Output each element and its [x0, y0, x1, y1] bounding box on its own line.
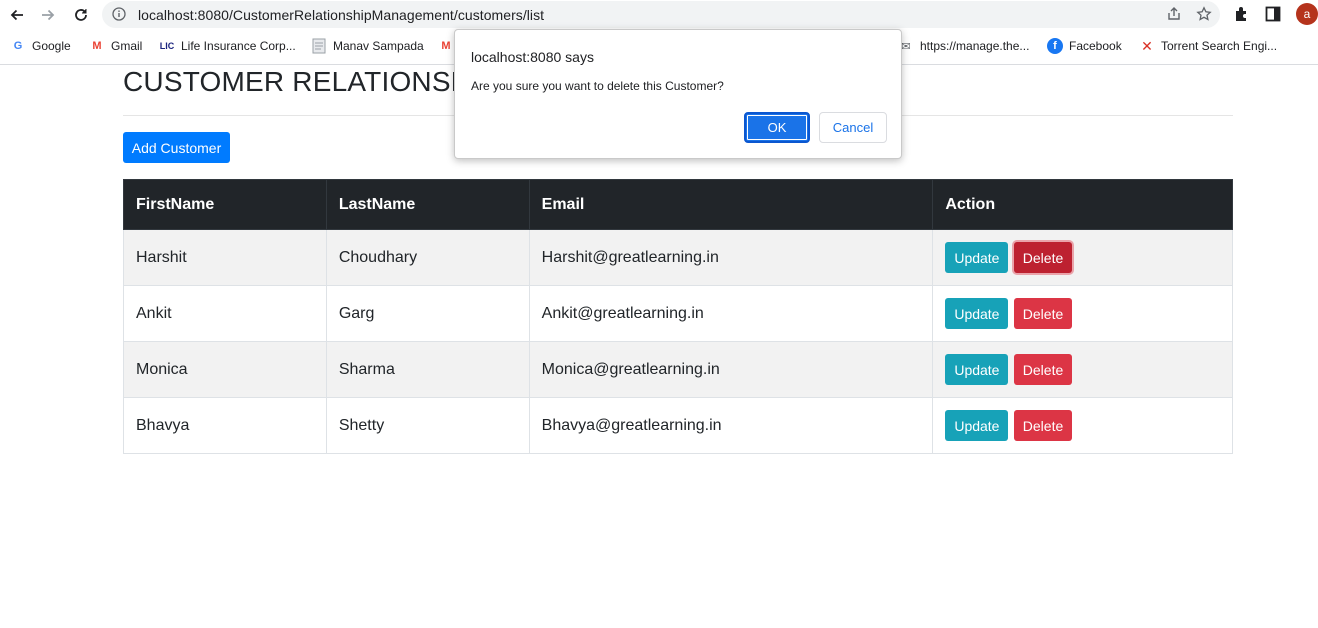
add-customer-button[interactable]: Add Customer	[123, 132, 230, 163]
bookmark-label: Torrent Search Engi...	[1161, 39, 1278, 53]
forward-icon[interactable]	[37, 4, 59, 26]
table-header-row: FirstName LastName Email Action	[123, 179, 1233, 230]
profile-avatar[interactable]: a	[1296, 3, 1318, 25]
cancel-button[interactable]: Cancel	[819, 112, 887, 143]
delete-button[interactable]: Delete	[1013, 242, 1072, 273]
dialog-message: Are you sure you want to delete this Cus…	[471, 79, 724, 93]
update-button[interactable]: Update	[945, 242, 1009, 273]
delete-button[interactable]: Delete	[1013, 354, 1072, 385]
update-button[interactable]: Update	[945, 298, 1009, 329]
bookmark-lic[interactable]: LIC Life Insurance Corp...	[159, 38, 296, 54]
bookmark-torrent[interactable]: ✕ Torrent Search Engi...	[1139, 38, 1277, 54]
bookmark-manage[interactable]: ✉ https://manage.the...	[898, 38, 1029, 54]
update-button[interactable]: Update	[945, 410, 1009, 441]
cell-firstname: Ankit	[123, 285, 327, 342]
header-lastname: LastName	[325, 179, 530, 230]
bookmark-label: Google	[32, 39, 71, 53]
share-icon[interactable]	[1166, 6, 1182, 27]
bookmark-manav-sampada[interactable]: Manav Sampada	[311, 38, 424, 54]
delete-button[interactable]: Delete	[1013, 410, 1072, 441]
facebook-icon: f	[1047, 38, 1063, 54]
bookmark-label: Life Insurance Corp...	[181, 39, 296, 53]
cell-firstname: Harshit	[123, 229, 327, 286]
cell-email: Bhavya@greatlearning.in	[528, 397, 934, 454]
table-row: Ankit Garg Ankit@greatlearning.in Update…	[123, 285, 1233, 342]
lic-icon: LIC	[159, 41, 175, 51]
page-title: CUSTOMER RELATIONSHI	[123, 66, 480, 97]
bookmark-label: https://manage.the...	[920, 39, 1030, 53]
browser-toolbar: localhost:8080/CustomerRelationshipManag…	[0, 0, 1318, 30]
bookmark-label: Facebook	[1069, 39, 1122, 53]
header-email: Email	[528, 179, 934, 230]
delete-button[interactable]: Delete	[1013, 298, 1072, 329]
doc-icon	[311, 38, 327, 54]
url-text: localhost:8080/CustomerRelationshipManag…	[138, 7, 545, 23]
address-bar[interactable]: localhost:8080/CustomerRelationshipManag…	[102, 1, 1220, 28]
bookmark-google[interactable]: G Google	[10, 38, 71, 54]
cell-lastname: Garg	[325, 285, 530, 342]
cell-firstname: Bhavya	[123, 397, 327, 454]
google-icon: G	[13, 40, 23, 52]
table-row: Bhavya Shetty Bhavya@greatlearning.in Up…	[123, 397, 1233, 454]
cell-firstname: Monica	[123, 341, 327, 398]
site-info-icon[interactable]	[112, 7, 126, 26]
cell-lastname: Sharma	[325, 341, 530, 398]
x-icon: ✕	[1141, 37, 1153, 54]
update-button[interactable]: Update	[945, 354, 1009, 385]
header-firstname: FirstName	[123, 179, 327, 230]
back-icon[interactable]	[6, 4, 28, 26]
dialog-title: localhost:8080 says	[471, 49, 594, 65]
ok-button[interactable]: OK	[744, 112, 810, 143]
cell-email: Monica@greatlearning.in	[528, 341, 934, 398]
cell-email: Harshit@greatlearning.in	[528, 229, 934, 286]
cell-lastname: Choudhary	[325, 229, 530, 286]
table-row: Harshit Choudhary Harshit@greatlearning.…	[123, 229, 1233, 286]
cell-action: Update Delete	[932, 341, 1233, 398]
cell-action: Update Delete	[932, 229, 1233, 286]
confirm-dialog: localhost:8080 says Are you sure you wan…	[454, 29, 902, 159]
extensions-icon[interactable]	[1233, 5, 1251, 28]
bookmark-label: Manav Sampada	[333, 39, 424, 53]
gmail-icon: M	[441, 40, 451, 52]
reload-icon[interactable]	[70, 4, 92, 26]
cell-email: Ankit@greatlearning.in	[528, 285, 934, 342]
bookmark-star-icon[interactable]	[1196, 6, 1212, 27]
cell-action: Update Delete	[932, 285, 1233, 342]
cell-action: Update Delete	[932, 397, 1233, 454]
side-panel-icon[interactable]	[1265, 6, 1281, 27]
gmail-icon: M	[92, 40, 102, 52]
bookmark-facebook[interactable]: f Facebook	[1047, 38, 1122, 54]
bookmark-gmail[interactable]: M Gmail	[89, 38, 142, 54]
bookmark-label: Gmail	[111, 39, 143, 53]
table-row: Monica Sharma Monica@greatlearning.in Up…	[123, 341, 1233, 398]
cell-lastname: Shetty	[325, 397, 530, 454]
header-action: Action	[932, 179, 1233, 230]
customer-table: FirstName LastName Email Action Harshit …	[123, 179, 1233, 454]
